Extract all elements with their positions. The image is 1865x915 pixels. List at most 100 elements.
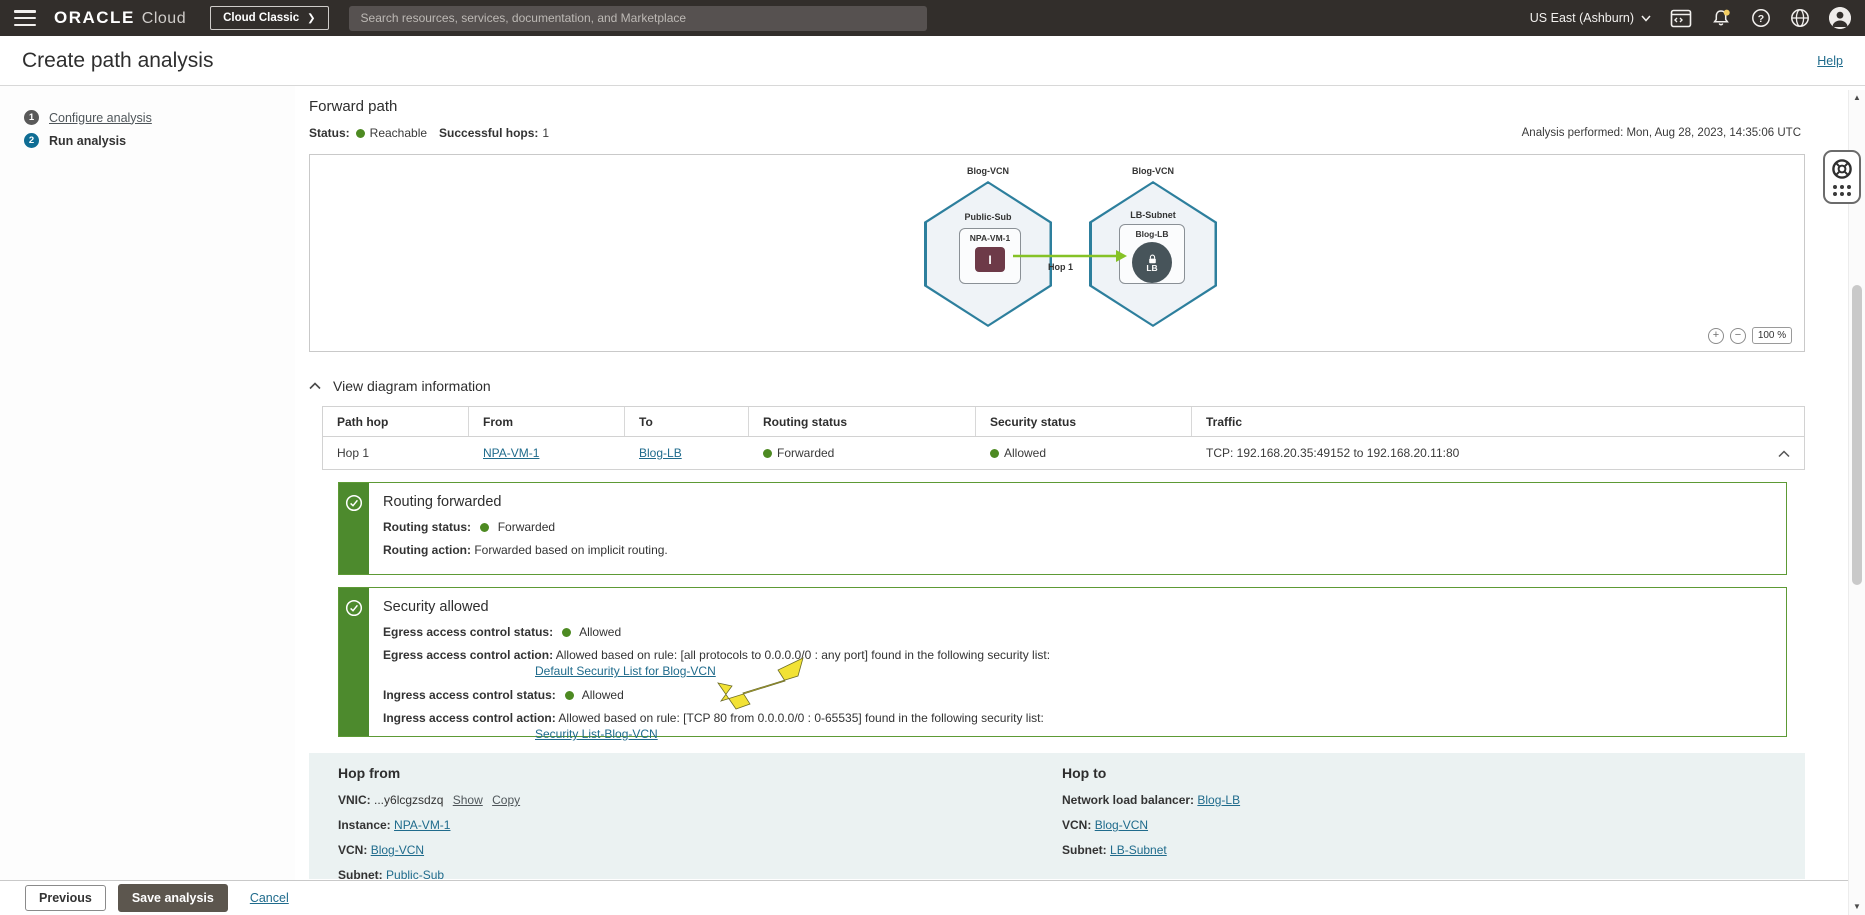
cell-routing-status: Forwarded (749, 446, 976, 460)
topbar-right: US East (Ashburn) ? (1530, 7, 1851, 29)
zoom-in-button[interactable]: + (1708, 327, 1724, 344)
vertical-scrollbar[interactable]: ▲ ▼ (1848, 90, 1865, 915)
step-label[interactable]: Configure analysis (49, 111, 152, 125)
wizard-step-run-analysis[interactable]: 2 Run analysis (24, 133, 295, 148)
routing-status-line: Routing status: Forwarded (383, 520, 556, 534)
notifications-bell-icon[interactable] (1711, 8, 1732, 28)
cloud-classic-button[interactable]: Cloud Classic ❯ (210, 6, 329, 30)
instance-node-card[interactable]: NPA-VM-1 I (959, 228, 1021, 284)
left-subnet-label: Public-Sub (964, 212, 1012, 222)
panel-green-bar (339, 588, 369, 736)
egress-security-list-link[interactable]: Default Security List for Blog-VCN (535, 664, 716, 678)
previous-button[interactable]: Previous (25, 885, 106, 911)
load-balancer-node-card[interactable]: Blog-LB LB (1119, 224, 1185, 284)
ingress-status-line: Ingress access control status: Allowed (383, 688, 624, 702)
scroll-up-arrow[interactable]: ▲ (1849, 90, 1865, 106)
check-circle-icon (345, 599, 363, 617)
subnet-line: Subnet: LB-Subnet (1062, 843, 1167, 857)
life-ring-icon (1832, 159, 1852, 179)
main-content: Forward path Status: Reachable Successfu… (295, 86, 1805, 882)
vcn-line: VCN: Blog-VCN (1062, 818, 1149, 832)
instance-link[interactable]: NPA-VM-1 (394, 818, 450, 832)
wizard-sidebar: 1 Configure analysis 2 Run analysis (0, 86, 295, 880)
security-status-green-dot-icon (990, 448, 999, 458)
column-header-routing-status: Routing status (749, 407, 976, 436)
brand-oracle: ORACLE (54, 8, 135, 27)
hops-label: Successful hops: (439, 126, 539, 140)
from-link[interactable]: NPA-VM-1 (483, 446, 539, 460)
collapse-row-chevron[interactable] (1778, 447, 1790, 461)
instance-node-label: NPA-VM-1 (969, 233, 1011, 243)
cloud-shell-icon[interactable] (1670, 9, 1692, 28)
cell-traffic: TCP: 192.168.20.35:49152 to 192.168.20.1… (1206, 446, 1460, 460)
column-header-traffic: Traffic (1206, 414, 1243, 429)
hop-from-column: Hop from VNIC: ...y6lcgzsdzq Show Copy I… (338, 765, 1062, 882)
chevron-right-icon: ❯ (307, 12, 316, 24)
subnet-link[interactable]: LB-Subnet (1110, 843, 1167, 857)
hop-details-section: Hop from VNIC: ...y6lcgzsdzq Show Copy I… (309, 753, 1805, 882)
topbar: ORACLE Cloud Cloud Classic ❯ US East (As… (0, 0, 1865, 36)
left-vcn-label: Blog-VCN (967, 166, 1009, 176)
to-link[interactable]: Blog-LB (639, 446, 682, 460)
egress-action-line: Egress access control action: Allowed ba… (383, 648, 1051, 662)
hamburger-menu-icon[interactable] (14, 10, 36, 26)
view-diagram-information-label: View diagram information (333, 378, 491, 394)
vcn-link[interactable]: Blog-VCN (1095, 818, 1148, 832)
region-selector[interactable]: US East (Ashburn) (1530, 11, 1651, 25)
cell-security-status: Allowed (976, 446, 1192, 460)
hop-arrow-label: Hop 1 (1048, 262, 1074, 272)
routing-panel-title: Routing forwarded (383, 494, 502, 510)
analysis-performed-timestamp: Analysis performed: Mon, Aug 28, 2023, 1… (1521, 127, 1801, 139)
step-number-badge: 2 (24, 133, 39, 148)
panel-green-bar (339, 483, 369, 574)
vcn-link[interactable]: Blog-VCN (371, 843, 424, 857)
right-subnet-label: LB-Subnet (1130, 210, 1176, 220)
save-analysis-button[interactable]: Save analysis (117, 884, 228, 912)
scrollbar-thumb[interactable] (1852, 285, 1862, 585)
column-header-security-status: Security status (976, 407, 1192, 436)
forward-path-title: Forward path (309, 98, 398, 115)
hop-from-title: Hop from (338, 765, 401, 781)
drag-dots-icon (1833, 185, 1851, 196)
forward-path-header: Forward path Status: Reachable Successfu… (309, 86, 1805, 146)
support-launcher-widget[interactable] (1823, 150, 1861, 204)
ingress-action-line: Ingress access control action: Allowed b… (383, 711, 1044, 725)
wizard-step-configure-analysis[interactable]: 1 Configure analysis (24, 110, 295, 125)
step-label: Run analysis (49, 133, 127, 148)
path-diagram-canvas[interactable]: Blog-VCN Public-Sub NPA-VM-1 I Blog-VCN … (309, 154, 1805, 352)
scroll-down-arrow[interactable]: ▼ (1849, 899, 1865, 915)
zoom-level-value[interactable]: 100 % (1752, 327, 1792, 344)
path-hops-table: Path hop From To Routing status Security… (322, 406, 1805, 470)
view-diagram-information-toggle[interactable]: View diagram information (309, 376, 1805, 396)
hop-arrow (1013, 250, 1127, 262)
vnic-line: VNIC: ...y6lcgzsdzq Show Copy (338, 793, 521, 807)
lock-icon (1148, 254, 1156, 263)
oracle-cloud-logo[interactable]: ORACLE Cloud (54, 8, 186, 28)
help-link[interactable]: Help (1817, 54, 1843, 68)
column-header-to: To (625, 407, 749, 436)
brand-cloud: Cloud (141, 10, 187, 27)
column-header-from: From (469, 407, 625, 436)
ingress-security-list-link[interactable]: Security List-Blog-VCN (535, 727, 658, 741)
vnic-copy-link[interactable]: Copy (492, 793, 520, 807)
search-input[interactable] (348, 5, 927, 31)
language-globe-icon[interactable] (1790, 8, 1810, 28)
page-title: Create path analysis (22, 48, 214, 72)
table-row-hop-1[interactable]: Hop 1 NPA-VM-1 Blog-LB Forwarded Allowed… (323, 437, 1804, 469)
table-header-row: Path hop From To Routing status Security… (323, 407, 1804, 437)
chevron-down-icon (1641, 15, 1651, 22)
check-circle-icon (345, 494, 363, 512)
status-value: Reachable (369, 126, 428, 140)
vnic-show-link[interactable]: Show (453, 793, 483, 807)
nlb-line: Network load balancer: Blog-LB (1062, 793, 1241, 807)
help-icon[interactable]: ? (1751, 8, 1771, 28)
hops-value: 1 (542, 126, 550, 140)
nlb-link[interactable]: Blog-LB (1197, 793, 1240, 807)
cancel-link[interactable]: Cancel (250, 891, 289, 905)
user-avatar[interactable] (1829, 7, 1851, 29)
cell-from: NPA-VM-1 (469, 446, 625, 460)
diagram-zoom-controls: + − 100 % (1708, 327, 1792, 344)
step-number-badge: 1 (24, 110, 39, 125)
zoom-out-button[interactable]: − (1730, 327, 1746, 344)
cell-path-hop: Hop 1 (337, 446, 370, 460)
